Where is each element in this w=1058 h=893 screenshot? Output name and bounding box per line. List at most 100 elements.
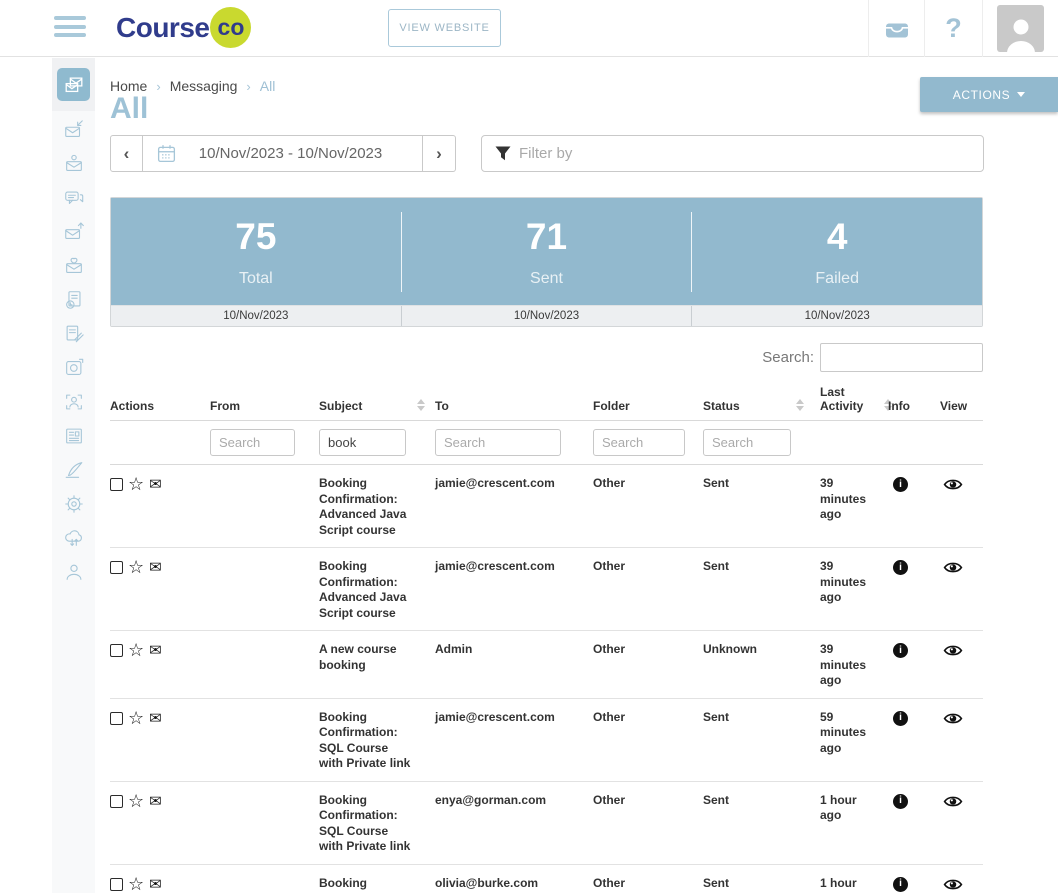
user-avatar [997, 5, 1044, 52]
search-label: Search: [762, 349, 814, 366]
column-header-info: Info [888, 399, 940, 413]
actions-button[interactable]: ACTIONS [920, 77, 1058, 112]
info-icon[interactable]: i [893, 794, 908, 809]
to-filter-input[interactable] [435, 429, 561, 456]
column-header-status[interactable]: Status [703, 399, 820, 413]
info-icon[interactable]: i [893, 711, 908, 726]
row-checkbox[interactable] [110, 795, 123, 808]
cell-last-activity: 59 minutes ago [820, 710, 888, 772]
view-eye-icon[interactable] [943, 643, 963, 658]
breadcrumb-messaging[interactable]: Messaging [170, 78, 238, 94]
profile-menu[interactable] [982, 0, 1058, 57]
sidebar-item-settings[interactable] [52, 487, 95, 521]
sidebar-item-messaging[interactable] [52, 58, 95, 111]
sort-icon[interactable] [796, 399, 804, 411]
column-header-actions: Actions [110, 399, 210, 413]
hamburger-menu-icon[interactable] [54, 16, 86, 41]
cell-from [210, 559, 319, 621]
column-header-folder: Folder [593, 399, 703, 413]
sidebar-item-stamp[interactable] [52, 351, 95, 385]
row-checkbox[interactable] [110, 561, 123, 574]
from-filter-input[interactable] [210, 429, 295, 456]
date-prev-button[interactable]: ‹ [110, 135, 143, 172]
sidebar-item-newspaper[interactable] [52, 419, 95, 453]
column-header-last-activity[interactable]: Last Activity [820, 385, 888, 413]
cell-folder: Other [593, 642, 703, 689]
cell-last-activity: 1 hour ago [820, 793, 888, 855]
help-button[interactable]: ? [924, 0, 982, 57]
email-contact-icon [63, 153, 85, 175]
star-icon[interactable]: ☆ [128, 561, 144, 574]
sort-icon[interactable] [417, 399, 425, 411]
column-header-from: From [210, 399, 319, 413]
cell-folder: Other [593, 876, 703, 893]
info-icon[interactable]: i [893, 477, 908, 492]
filter-by-input[interactable] [519, 139, 983, 169]
row-checkbox[interactable] [110, 712, 123, 725]
actions-button-label: ACTIONS [953, 88, 1011, 102]
star-icon[interactable]: ☆ [128, 478, 144, 491]
sidebar-item-email-received[interactable] [52, 113, 95, 147]
star-icon[interactable]: ☆ [128, 795, 144, 808]
app-logo[interactable]: Course co [116, 7, 251, 48]
info-icon[interactable]: i [893, 877, 908, 892]
table-header-row: Actions From Subject To Folder Status La… [110, 384, 983, 421]
date-range-navigator: ‹ 10/Nov/2023 - 10/Nov/2023 › [110, 135, 456, 172]
star-icon[interactable]: ☆ [128, 712, 144, 725]
envelope-icon[interactable]: ✉ [149, 561, 162, 574]
folder-filter-input[interactable] [593, 429, 685, 456]
view-eye-icon[interactable] [943, 794, 963, 809]
info-icon[interactable]: i [893, 560, 908, 575]
table-search: Search: [110, 343, 983, 372]
star-icon[interactable]: ☆ [128, 878, 144, 891]
sidebar-item-email-favourite[interactable] [52, 249, 95, 283]
view-eye-icon[interactable] [943, 477, 963, 492]
row-checkbox[interactable] [110, 878, 123, 891]
date-next-button[interactable]: › [423, 135, 456, 172]
search-input[interactable] [820, 343, 983, 372]
envelope-icon[interactable]: ✉ [149, 644, 162, 657]
sidebar-item-chat[interactable] [52, 181, 95, 215]
row-checkbox[interactable] [110, 644, 123, 657]
status-filter-input[interactable] [703, 429, 791, 456]
cell-status: Sent [703, 710, 820, 772]
sidebar-item-email-sent[interactable] [52, 215, 95, 249]
breadcrumb-current: All [260, 78, 276, 94]
table-row: ☆ ✉ Booking Confirmation: Advanced Java … [110, 465, 983, 548]
cell-from [210, 642, 319, 689]
cell-subject: Booking Confirmation: SQL Course with Pr… [319, 710, 435, 772]
star-icon[interactable]: ☆ [128, 644, 144, 657]
sidebar-item-user-capture[interactable] [52, 385, 95, 419]
envelope-icon[interactable]: ✉ [149, 878, 162, 891]
envelope-icon[interactable]: ✉ [149, 712, 162, 725]
stat-total-label: Total [239, 270, 273, 288]
sidebar-item-email-contact[interactable] [52, 147, 95, 181]
view-eye-icon[interactable] [943, 877, 963, 892]
chevron-right-icon: › [246, 79, 250, 94]
view-website-button[interactable]: VIEW WEBSITE [388, 9, 501, 47]
cell-folder: Other [593, 559, 703, 621]
info-icon[interactable]: i [893, 643, 908, 658]
stat-failed-label: Failed [815, 270, 859, 288]
icon-sidebar [52, 58, 95, 893]
stat-sent-date: 10/Nov/2023 [401, 306, 692, 326]
sidebar-item-cloud-transfer[interactable] [52, 521, 95, 555]
column-header-subject[interactable]: Subject [319, 399, 435, 413]
view-eye-icon[interactable] [943, 560, 963, 575]
date-range-display[interactable]: 10/Nov/2023 - 10/Nov/2023 [143, 135, 423, 172]
stamp-icon [63, 357, 85, 379]
view-eye-icon[interactable] [943, 711, 963, 726]
subject-filter-input[interactable] [319, 429, 406, 456]
sidebar-item-document-clock[interactable] [52, 283, 95, 317]
row-checkbox[interactable] [110, 478, 123, 491]
cell-to: jamie@crescent.com [435, 559, 593, 621]
cell-status: Sent [703, 876, 820, 893]
cell-to: olivia@burke.com [435, 876, 593, 893]
envelope-icon[interactable]: ✉ [149, 478, 162, 491]
envelope-icon[interactable]: ✉ [149, 795, 162, 808]
sidebar-item-profile[interactable] [52, 555, 95, 589]
inbox-tray-button[interactable] [868, 0, 924, 57]
sidebar-item-signature[interactable] [52, 453, 95, 487]
signature-icon [63, 459, 85, 481]
sidebar-item-document-edit[interactable] [52, 317, 95, 351]
